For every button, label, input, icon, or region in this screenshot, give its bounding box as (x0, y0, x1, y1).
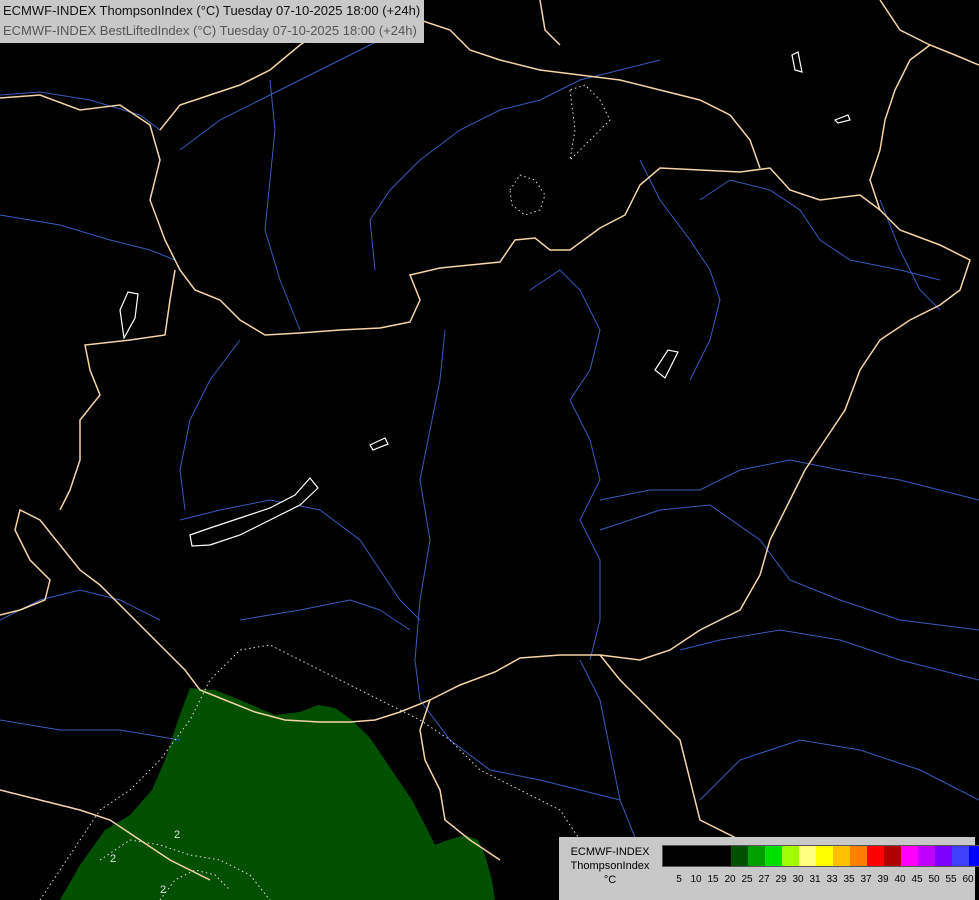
legend-swatch (816, 846, 833, 866)
legend-swatch (714, 846, 731, 866)
legend-ticks: 5 10 15 20 25 27 29 30 31 33 35 37 39 40 45 50 55 60 (662, 874, 974, 888)
legend-swatch (697, 846, 714, 866)
contour-label: 2 (160, 884, 166, 896)
legend-swatch (680, 846, 697, 866)
legend-tick-label: 20 (724, 874, 736, 885)
legend-swatch (782, 846, 799, 866)
legend-tick-label: 10 (690, 874, 702, 885)
legend-label-line2: ThompsonIndex (570, 860, 650, 872)
legend-tick-label: 50 (928, 874, 940, 885)
legend-swatch (799, 846, 816, 866)
legend-tick-label: 15 (707, 874, 719, 885)
weather-map: 2 2 2 (0, 0, 979, 900)
legend-swatch (884, 846, 901, 866)
title-thompson-index: ECMWF-INDEX ThompsonIndex (°C) Tuesday 0… (3, 3, 421, 18)
legend-label: ECMWF-INDEX ThompsonIndex °C (561, 845, 659, 887)
legend-swatch (850, 846, 867, 866)
title-best-lifted-index: ECMWF-INDEX BestLiftedIndex (°C) Tuesday… (3, 23, 417, 38)
legend-tick-label: 5 (676, 874, 682, 885)
legend-tick-label: 60 (962, 874, 974, 885)
legend-label-line1: ECMWF-INDEX (570, 846, 650, 858)
legend-tick-label: 25 (741, 874, 753, 885)
legend-swatch (952, 846, 969, 866)
legend-swatch (867, 846, 884, 866)
legend-tick-label: 30 (792, 874, 804, 885)
contour-label: 2 (110, 853, 116, 865)
legend-label-unit: °C (603, 874, 617, 886)
legend-swatch (765, 846, 782, 866)
legend-tick-label: 40 (894, 874, 906, 885)
legend-swatch (731, 846, 748, 866)
map-title: ECMWF-INDEX ThompsonIndex (°C) Tuesday 0… (0, 0, 425, 43)
legend-tick-label: 55 (945, 874, 957, 885)
legend-tick-label: 31 (809, 874, 821, 885)
legend-swatch (969, 846, 979, 866)
legend-swatch (918, 846, 935, 866)
legend-tick-label: 29 (775, 874, 787, 885)
legend-swatch (748, 846, 765, 866)
legend-tick-label: 45 (911, 874, 923, 885)
legend-tick-label: 37 (860, 874, 872, 885)
legend-color-bar (662, 845, 979, 867)
legend-swatch (901, 846, 918, 866)
contour-label: 2 (174, 829, 180, 841)
color-legend: ECMWF-INDEX ThompsonIndex °C 5 10 15 20 25 27… (559, 837, 979, 900)
legend-swatch (935, 846, 952, 866)
legend-swatch (663, 846, 680, 866)
legend-tick-label: 33 (826, 874, 838, 885)
legend-tick-label: 35 (843, 874, 855, 885)
legend-tick-label: 27 (758, 874, 770, 885)
legend-swatch (833, 846, 850, 866)
legend-tick-label: 39 (877, 874, 889, 885)
